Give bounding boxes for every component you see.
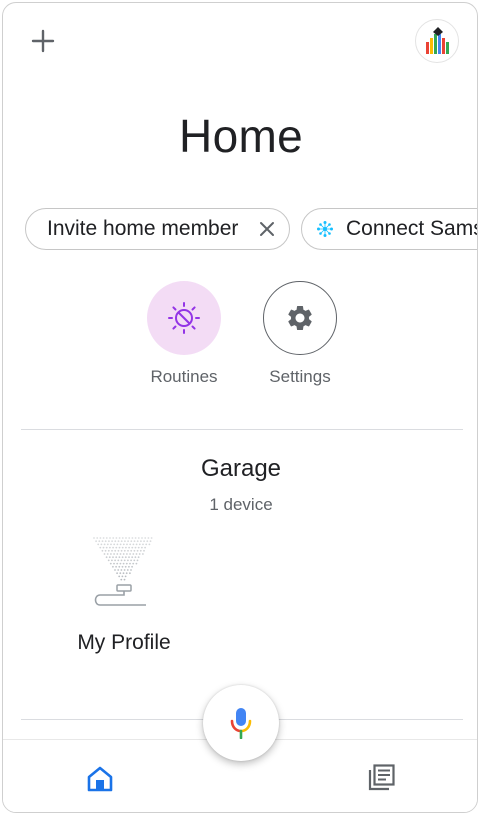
device-tile[interactable]: My Profile: [61, 535, 187, 655]
connect-smartthings-chip[interactable]: Connect Sams: [301, 208, 478, 250]
settings-button[interactable]: Settings: [255, 281, 345, 387]
room-name: Garage: [200, 455, 282, 482]
device-label: My Profile: [77, 631, 171, 654]
gear-icon: [288, 305, 312, 330]
feed-icon[interactable]: [367, 762, 397, 792]
light-device-icon: [93, 537, 153, 606]
home-icon[interactable]: [85, 764, 115, 794]
assistant-mic-button[interactable]: [203, 685, 279, 761]
settings-circle: [263, 281, 337, 355]
routines-label: Routines: [150, 367, 218, 386]
routines-icon: [168, 302, 200, 334]
plus-icon: [31, 29, 55, 53]
mic-icon: [230, 708, 252, 739]
app-frame: Home Invite home member Connect Sams Rou…: [2, 2, 478, 813]
routines-button[interactable]: Routines: [139, 281, 229, 387]
page-title: Home: [179, 110, 303, 162]
account-avatar[interactable]: [415, 19, 459, 63]
home-avatar-icon: [425, 27, 451, 54]
suggestion-chips: Invite home member Connect Sams: [3, 208, 478, 252]
chip-label: Invite home member: [47, 217, 239, 240]
divider: [21, 429, 463, 430]
invite-member-chip[interactable]: Invite home member: [25, 208, 290, 250]
smartthings-icon: [317, 221, 333, 237]
room-device-count: 1 device: [209, 495, 273, 514]
chip-label: Connect Sams: [346, 217, 478, 240]
close-icon[interactable]: [258, 220, 276, 238]
add-button[interactable]: [29, 27, 57, 55]
settings-label: Settings: [269, 367, 331, 386]
routines-circle: [147, 281, 221, 355]
